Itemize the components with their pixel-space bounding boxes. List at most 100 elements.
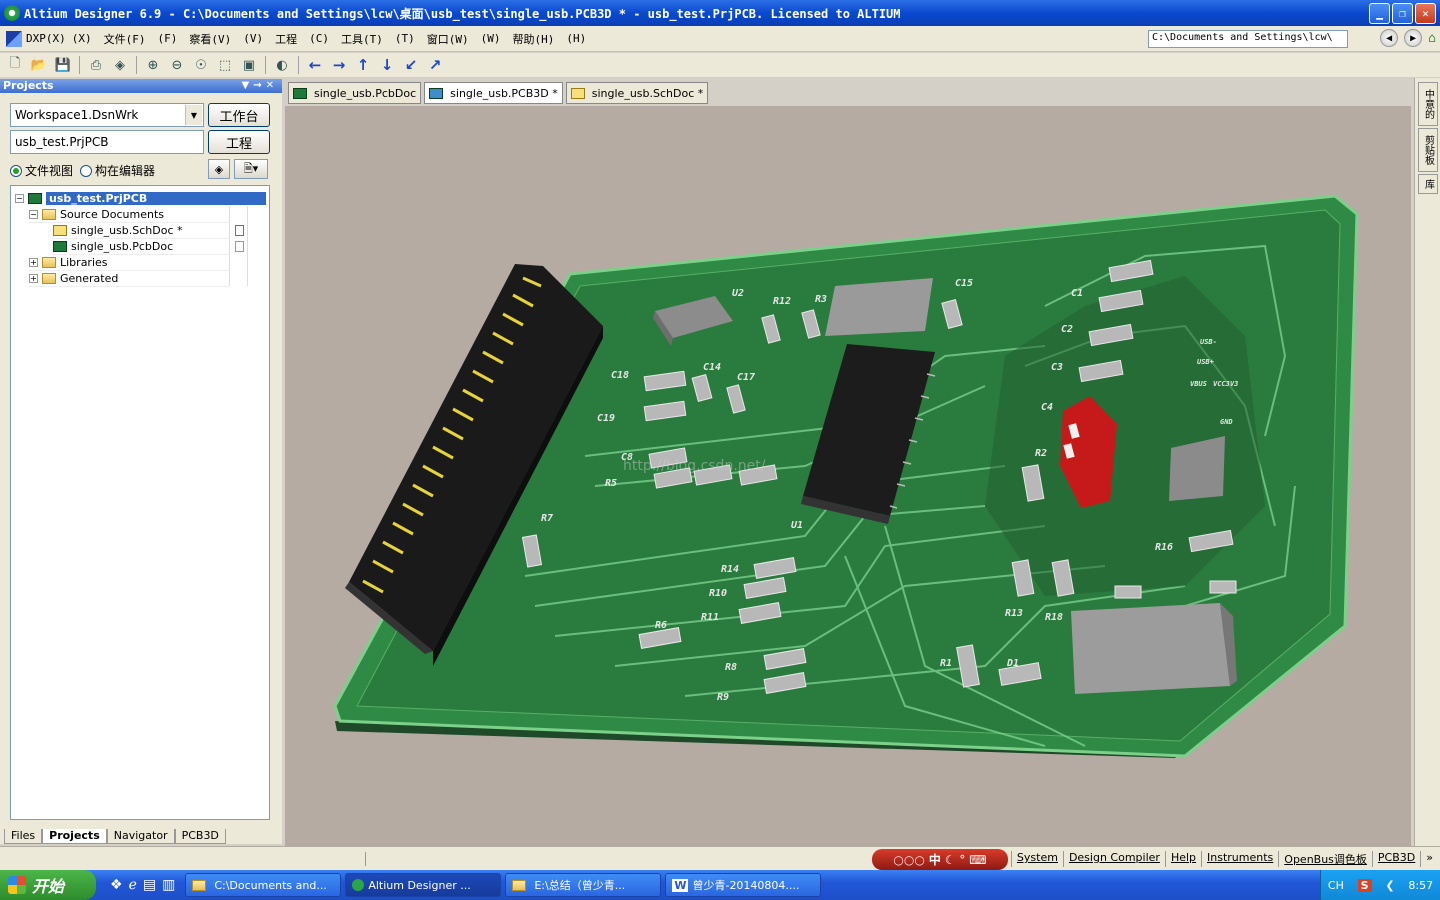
dxp-menu[interactable]: DXP(X) [6, 30, 66, 47]
menu-item-window[interactable]: 窗口(W) [421, 31, 475, 47]
restore-button[interactable]: ❐ [1392, 3, 1413, 24]
status-more-icon[interactable]: » [1420, 851, 1438, 867]
input-method-icon[interactable]: S [1357, 878, 1372, 892]
zoom-in-icon[interactable]: ⊕ [142, 55, 164, 75]
olympic-rings-icon: ○○○ [893, 852, 925, 867]
status-help[interactable]: Help [1164, 851, 1201, 867]
language-indicator[interactable]: CH [1328, 879, 1344, 892]
ie-icon[interactable]: ℯ [129, 877, 137, 893]
task-word-doc[interactable]: W 曾少青-20140804.... [665, 873, 822, 897]
layers-icon[interactable]: ◈ [109, 55, 131, 75]
home-icon[interactable]: ⌂ [1428, 31, 1436, 46]
tray-expand-icon[interactable]: ❮ [1385, 879, 1394, 892]
document-icon[interactable]: ▥ [162, 877, 175, 893]
tree-root[interactable]: − usb_test.PrjPCB [15, 190, 266, 206]
project-button[interactable]: 工程 [208, 130, 270, 154]
radio-file-view[interactable]: 文件视图 [10, 162, 73, 179]
tab-navigator[interactable]: Navigator [106, 829, 175, 844]
quicklaunch-app-icon[interactable]: ❖ [110, 877, 123, 893]
tree-file-pcbdoc[interactable]: single_usb.PcbDoc [53, 239, 229, 255]
back-icon[interactable]: ◀ [1380, 29, 1399, 47]
task-folder-summary[interactable]: E:\总结（曾少青... [505, 873, 662, 897]
start-button[interactable]: 开始 [0, 870, 96, 900]
menu-item-dxp[interactable]: DXP(X) [26, 32, 66, 45]
menu-item-view[interactable]: 察看(V) [183, 31, 237, 47]
zoom-out-icon[interactable]: ⊖ [166, 55, 188, 75]
workspace-button[interactable]: 工作台 [208, 103, 270, 127]
minimize-button[interactable]: ▁ [1369, 3, 1390, 24]
menu-item-x[interactable]: (X) [66, 32, 98, 45]
rail-tab-favorites[interactable]: 中意的 [1418, 82, 1438, 126]
document-menu-icon[interactable]: 🗎▾ [234, 159, 268, 179]
close-button[interactable]: ✕ [1415, 3, 1436, 24]
arrow-up-right-icon[interactable]: ↗ [424, 55, 446, 75]
print-icon[interactable]: ⎙ [85, 55, 107, 75]
doc-tab-pcb3d[interactable]: single_usb.PCB3D * [424, 82, 563, 104]
doc-tab-schdoc[interactable]: single_usb.SchDoc * [565, 82, 709, 104]
windows-taskbar: 开始 ❖ ℯ ▤ ▥ C:\Documents and... Altium De… [0, 870, 1440, 900]
forward-icon[interactable]: ▶ [1404, 29, 1423, 47]
pcb-3d-render: U2 R12 R3 C15 U1 C18 C14 C17 C19 C8 R5 R… [333, 194, 1359, 758]
menu-item-t[interactable]: (T) [389, 32, 421, 45]
silk-label-c15: C15 [955, 278, 973, 289]
menu-item-h[interactable]: (H) [560, 32, 592, 45]
project-field[interactable]: usb_test.PrjPCB [10, 130, 204, 154]
menu-item-help[interactable]: 帮助(H) [507, 31, 561, 47]
tree-file-schdoc[interactable]: single_usb.SchDoc * [53, 223, 229, 239]
tree-libraries[interactable]: + Libraries [29, 255, 229, 271]
chevron-down-icon[interactable]: ▼ [185, 105, 202, 125]
tree-generated[interactable]: + Generated [29, 271, 229, 287]
rail-tab-clipboard[interactable]: 剪贴板 [1418, 128, 1438, 172]
status-system[interactable]: System [1010, 851, 1063, 867]
panel-controls[interactable]: ▼→✕ [242, 79, 278, 93]
tab-files[interactable]: Files [4, 829, 43, 844]
task-explorer[interactable]: C:\Documents and... [185, 873, 342, 897]
menu-item-c[interactable]: (C) [303, 32, 335, 45]
ime-tools-icon[interactable]: ☾ ° ⌨ [945, 853, 987, 867]
silk-label-u1: U1 [791, 520, 803, 531]
workspace-select[interactable]: Workspace1.DsnWrk ▼ [10, 103, 204, 127]
silk-label-d1: D1 [1006, 658, 1019, 669]
rail-tab-library[interactable]: 库 [1418, 174, 1438, 194]
tree-source-documents[interactable]: − Source Documents [29, 207, 229, 223]
menu-item-file[interactable]: 文件(F) [98, 31, 152, 47]
tab-projects[interactable]: Projects [42, 829, 107, 844]
silk-label-c1: C1 [1071, 288, 1083, 299]
ime-toolbar[interactable]: ○○○ 中 ☾ ° ⌨ [872, 849, 1008, 870]
arrow-right-icon[interactable]: → [328, 55, 350, 75]
orbit-icon[interactable]: ◐ [271, 55, 293, 75]
start-label: 开始 [32, 877, 65, 896]
expand-icon[interactable]: + [29, 258, 38, 267]
collapse-icon[interactable]: − [29, 210, 38, 219]
collapse-icon[interactable]: − [15, 193, 24, 203]
expand-icon[interactable]: + [29, 274, 38, 283]
projects-panel: Workspace1.DsnWrk ▼ 工作台 usb_test.PrjPCB … [0, 93, 282, 828]
doc-tab-pcbdoc[interactable]: single_usb.PcbDoc [288, 82, 422, 104]
project-options-icon[interactable]: ◈ [208, 159, 230, 179]
status-instruments[interactable]: Instruments [1201, 851, 1278, 867]
menu-item-w[interactable]: (W) [475, 32, 507, 45]
radio-structure-editor[interactable]: 构在编辑器 [80, 162, 155, 179]
menu-item-project[interactable]: 工程 [269, 31, 303, 47]
menu-item-f[interactable]: (F) [152, 32, 184, 45]
arrow-up-icon[interactable]: ↑ [352, 55, 374, 75]
menu-item-v[interactable]: (V) [237, 32, 269, 45]
zoom-area-icon[interactable]: ⬚ [214, 55, 236, 75]
open-folder-icon[interactable]: 📂 [28, 55, 50, 75]
arrow-down-left-icon[interactable]: ↙ [400, 55, 422, 75]
document-path-combo[interactable]: C:\Documents and Settings\lcw\ [1148, 30, 1348, 48]
tab-pcb3d[interactable]: PCB3D [174, 829, 226, 844]
menu-item-tools[interactable]: 工具(T) [335, 31, 389, 47]
status-design-compiler[interactable]: Design Compiler [1062, 851, 1165, 867]
task-altium[interactable]: Altium Designer ... [345, 873, 502, 897]
zoom-fit-icon[interactable]: ☉ [190, 55, 212, 75]
pcb-3d-viewport[interactable]: U2 R12 R3 C15 U1 C18 C14 C17 C19 C8 R5 R… [285, 106, 1411, 846]
arrow-left-icon[interactable]: ← [304, 55, 326, 75]
new-document-icon[interactable]: 🗋 [4, 55, 26, 75]
media-icon[interactable]: ▤ [143, 877, 156, 893]
zoom-board-icon[interactable]: ▣ [238, 55, 260, 75]
status-openbus[interactable]: OpenBus调色板 [1278, 851, 1372, 867]
status-pcb3d[interactable]: PCB3D [1371, 851, 1420, 867]
arrow-down-icon[interactable]: ↓ [376, 55, 398, 75]
save-icon[interactable]: 💾 [52, 55, 74, 75]
